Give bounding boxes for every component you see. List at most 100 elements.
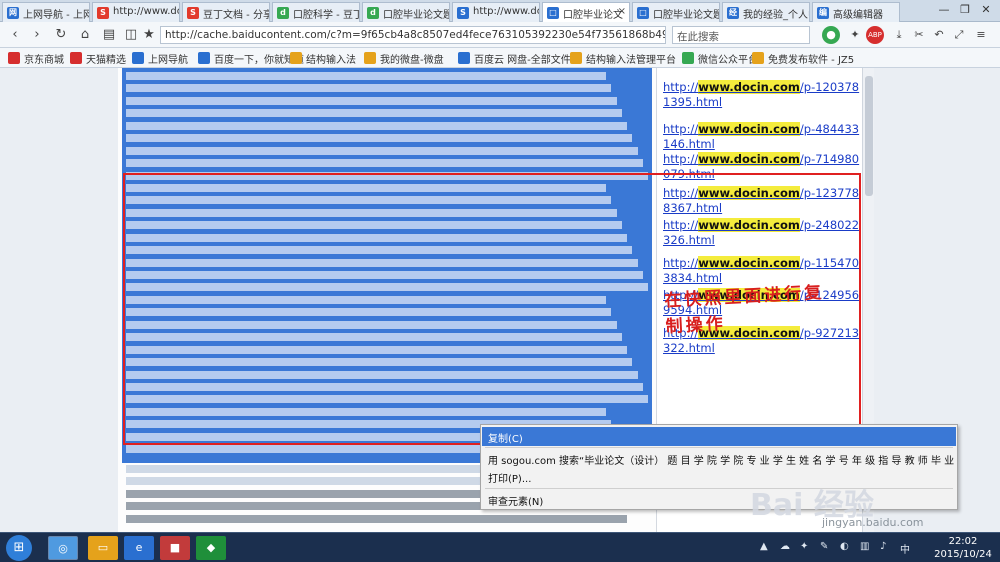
bookmark-item[interactable]: 百度云 网盘-全部文件	[458, 51, 571, 66]
tray-icon[interactable]: 中	[900, 541, 910, 556]
bookmark-star-icon[interactable]: ★	[140, 26, 158, 44]
annotation-text: 在快照里面进行复制操作	[663, 282, 825, 338]
undo-icon[interactable]: ↶	[930, 26, 948, 44]
link-prefix: http://	[663, 152, 699, 166]
docin-link[interactable]: http://www.docin.com/p-1203781395.html	[663, 80, 861, 109]
restore-button[interactable]: ❐	[956, 3, 974, 17]
tray-icon[interactable]: ✦	[800, 541, 808, 552]
docin-link[interactable]: http://www.docin.com/p-484433146.html	[663, 122, 861, 151]
text-line	[126, 72, 607, 80]
wechat-icon[interactable]: ●	[822, 26, 840, 44]
taskbar-ie-icon[interactable]: e	[124, 536, 154, 560]
tray-icon[interactable]: ☁	[780, 541, 790, 552]
menu-item-inspect[interactable]: 审查元素(N)	[482, 490, 956, 509]
tab-7[interactable]: □ 口腔毕业论文 ×	[542, 2, 630, 22]
bookmark-item[interactable]: 天猫精选	[70, 51, 126, 66]
reader-icon[interactable]: ▤	[100, 26, 118, 44]
tab-10[interactable]: 编高级编辑器	[812, 2, 900, 22]
text-line	[126, 159, 643, 168]
bookmark-item[interactable]: 上网导航	[132, 51, 188, 66]
bookmark-label: 百度云 网盘-全部文件	[474, 55, 571, 66]
tab-label: 上网导航 - 上网从这里开始	[23, 10, 89, 21]
close-window-button[interactable]: ✕	[977, 3, 995, 17]
text-line	[126, 514, 628, 523]
cut-icon[interactable]: ✂	[910, 26, 928, 44]
minimize-button[interactable]: —	[935, 3, 953, 17]
bookmarks-bar: 京东商城 天猫精选 上网导航 百度一下，你就知道 结构输入法 我的微盘-微盘 百度云 网盘-…	[0, 48, 1000, 68]
bookmark-item[interactable]: 结构输入法管理平台	[570, 51, 676, 66]
taskbar-folder-icon[interactable]: ▭	[88, 536, 118, 560]
tab-3[interactable]: S 豆丁文档 - 分享我的文档	[182, 2, 270, 22]
page-icon[interactable]: ◫	[122, 26, 140, 44]
bookmark-label: 结构输入法管理平台	[586, 55, 676, 66]
menu-separator	[485, 447, 953, 448]
bookmark-label: 微信公众平台	[698, 55, 758, 66]
forward-icon[interactable]: ›	[28, 26, 46, 44]
bookmark-item[interactable]: 免费发布软件 - JZ5	[752, 51, 854, 66]
tray-icon[interactable]: ▲	[760, 541, 768, 552]
search-input[interactable]: 在此搜索	[672, 26, 810, 44]
bookmark-favicon-icon	[290, 52, 302, 64]
reload-icon[interactable]: ↻	[52, 26, 70, 44]
tab-8[interactable]: □ 口腔毕业论文题目	[632, 2, 720, 22]
tab-5[interactable]: d 口腔毕业论文题目	[362, 2, 450, 22]
tray-icon[interactable]: ♪	[880, 541, 886, 552]
bookmark-item[interactable]: 我的微盘-微盘	[364, 51, 444, 66]
tab-label: 口腔毕业论文	[563, 10, 623, 21]
tab-bar: 网上网导航 - 上网从这里开始Shttp://www.docin.comS豆丁文…	[0, 0, 1000, 22]
bookmark-label: 京东商城	[24, 55, 64, 66]
tab-1[interactable]: 网上网导航 - 上网从这里开始	[2, 2, 90, 22]
bookmark-label: 免费发布软件 - JZ5	[768, 55, 855, 66]
tab-label: 口腔科学 - 豆丁网	[293, 10, 359, 21]
bookmark-item[interactable]: 微信公众平台	[682, 51, 758, 66]
tab-close-icon[interactable]: ×	[618, 6, 626, 17]
home-icon[interactable]: ⌂	[76, 26, 94, 44]
bookmark-favicon-icon	[364, 52, 376, 64]
tab-favicon-icon: 经	[727, 7, 739, 19]
tab-label: 高级编辑器	[833, 10, 883, 21]
taskbar-app-icon[interactable]: ◆	[196, 536, 226, 560]
fullscreen-icon[interactable]: ⤢	[950, 26, 968, 44]
bookmark-item[interactable]: 百度一下，你就知道	[198, 51, 304, 66]
taskbar-browser-icon[interactable]: ◎	[48, 536, 78, 560]
tab-label: http://www.docin.com	[113, 6, 179, 17]
system-clock[interactable]: 22:02 2015/10/24	[930, 535, 996, 561]
menu-icon[interactable]: ≡	[972, 26, 990, 44]
download-icon[interactable]: ⤓	[890, 26, 908, 44]
address-bar[interactable]: http://cache.baiducontent.com/c?m=9f65cb…	[160, 26, 666, 44]
tab-favicon-icon: S	[97, 7, 109, 19]
bookmark-label: 结构输入法	[306, 55, 356, 66]
bookmark-item[interactable]: 京东商城	[8, 51, 64, 66]
bookmark-item[interactable]: 结构输入法	[290, 51, 356, 66]
link-prefix: http://	[663, 80, 699, 94]
text-line	[126, 109, 622, 118]
tab-6[interactable]: Shttp://www.docin.com	[452, 2, 540, 22]
navigation-toolbar: ‹ › ↻ ⌂ ▤ ◫ ★ http://cache.baiducontent.…	[0, 22, 1000, 48]
text-line	[126, 84, 612, 93]
extension-icon[interactable]: ✦	[846, 26, 864, 44]
tab-4[interactable]: d 口腔科学 - 豆丁网	[272, 2, 360, 22]
tab-2[interactable]: Shttp://www.docin.com	[92, 2, 180, 22]
menu-item-search[interactable]: 用 sogou.com 搜索“毕业论文（设计） 题 目 学 院 学 院 专 业 …	[482, 449, 956, 468]
start-button[interactable]: ⊞	[6, 535, 32, 561]
tab-favicon-icon: 编	[817, 7, 829, 19]
link-domain: www.docin.com	[698, 80, 800, 94]
link-prefix: http://	[663, 122, 699, 136]
adblock-icon[interactable]: ABP	[866, 26, 884, 44]
tray-icon[interactable]: ✎	[820, 541, 828, 552]
bookmark-favicon-icon	[752, 52, 764, 64]
tab-9[interactable]: 经我的经验_个人中心	[722, 2, 810, 22]
tab-label: 口腔毕业论文题目	[653, 10, 719, 21]
taskbar-app-icon[interactable]: ■	[160, 536, 190, 560]
text-line	[126, 134, 633, 143]
menu-item-print[interactable]: 打印(P)...	[482, 467, 956, 486]
tray-icon[interactable]: ▥	[860, 541, 869, 552]
back-icon[interactable]: ‹	[6, 26, 24, 44]
bookmark-favicon-icon	[8, 52, 20, 64]
tab-favicon-icon: 网	[7, 7, 19, 19]
scrollbar-thumb[interactable]	[865, 76, 873, 196]
tray-icon[interactable]: ◐	[840, 541, 849, 552]
tab-favicon-icon: d	[367, 7, 379, 19]
menu-item-copy[interactable]: 复制(C)	[482, 427, 956, 446]
bookmark-favicon-icon	[132, 52, 144, 64]
